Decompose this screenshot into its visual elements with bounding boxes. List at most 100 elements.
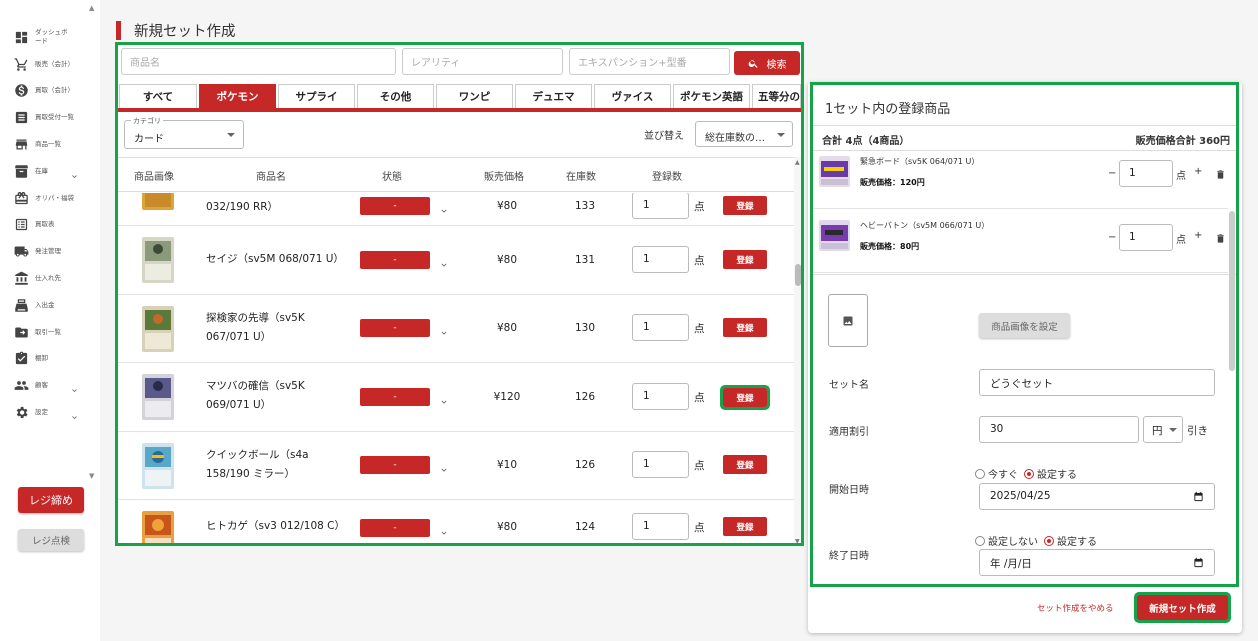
decrement-button[interactable]: −: [1108, 168, 1116, 179]
stock-count: 126: [574, 391, 596, 403]
cancel-set-link[interactable]: セット作成をやめる: [1037, 602, 1114, 614]
end-date-input[interactable]: 年 /月/日: [979, 549, 1215, 576]
sidebar-item-purchase-table[interactable]: 買取表: [14, 212, 94, 239]
item-qty-input[interactable]: 1: [1119, 224, 1173, 251]
sidebar-item-purchase-reception[interactable]: 買取受付一覧: [14, 104, 94, 131]
sale-price: ¥10: [496, 459, 518, 471]
image-icon: [843, 316, 853, 325]
calendar-icon[interactable]: [1193, 491, 1204, 502]
sidebar-item-orders[interactable]: 発注管理: [14, 238, 94, 265]
register-qty-input[interactable]: 1: [632, 193, 689, 219]
tab-gotoubun[interactable]: 五等分の: [752, 84, 801, 108]
unit-label: 点: [694, 255, 705, 267]
register-check-button[interactable]: レジ点検: [18, 529, 84, 551]
register-qty-input[interactable]: 1: [632, 513, 689, 540]
item-qty-input[interactable]: 1: [1119, 160, 1173, 187]
calendar-icon[interactable]: [1193, 557, 1204, 568]
chevron-down-icon[interactable]: [439, 523, 449, 535]
trash-icon[interactable]: [1215, 166, 1226, 179]
register-button[interactable]: 登録: [720, 385, 770, 410]
table-scrollbar[interactable]: ▲ ▼: [794, 157, 801, 543]
category-select[interactable]: カテゴリ カード: [124, 116, 244, 149]
sidebar-item-customers[interactable]: 顧客: [14, 372, 94, 399]
register-qty-input[interactable]: 1: [632, 451, 689, 478]
close-register-button[interactable]: レジ締め: [18, 487, 84, 513]
register-button[interactable]: 登録: [723, 455, 767, 474]
sidebar-item-transactions[interactable]: 取引一覧: [14, 319, 94, 346]
condition-select[interactable]: -: [360, 251, 430, 269]
increment-button[interactable]: +: [1194, 166, 1202, 177]
sidebar-item-dashboard[interactable]: ダッシュボード: [14, 24, 94, 51]
set-image-button[interactable]: 商品画像を設定: [979, 313, 1070, 338]
chevron-down-icon[interactable]: [439, 323, 449, 335]
chevron-down-icon[interactable]: [70, 166, 79, 178]
scroll-down-icon[interactable]: ▼: [89, 472, 94, 480]
start-now-radio[interactable]: [975, 468, 985, 479]
tab-pokemon[interactable]: ポケモン: [199, 84, 276, 108]
scroll-down-icon[interactable]: ▼: [795, 538, 800, 543]
register-qty-input[interactable]: 1: [632, 383, 689, 410]
rarity-input[interactable]: レアリティ: [402, 48, 563, 75]
sidebar-item-oripa[interactable]: オリパ・福袋: [14, 185, 94, 212]
tab-weiss[interactable]: ヴァイス: [594, 84, 671, 108]
sidebar-item-suppliers[interactable]: 仕入れ先: [14, 265, 94, 292]
gift-icon: [15, 191, 28, 204]
register-button[interactable]: 登録: [723, 196, 767, 215]
sidebar-item-products[interactable]: 商品一覧: [14, 131, 94, 158]
discount-unit-select[interactable]: 円: [1143, 416, 1183, 443]
tab-other[interactable]: その他: [357, 84, 434, 108]
tab-supply[interactable]: サプライ: [278, 84, 355, 108]
expansion-input[interactable]: エキスパンション+型番: [569, 48, 730, 75]
set-panel-scrollbar[interactable]: [1229, 151, 1235, 587]
chevron-down-icon[interactable]: [70, 407, 79, 420]
set-name-input[interactable]: どうぐセット: [979, 369, 1215, 396]
condition-select[interactable]: -: [360, 456, 430, 474]
tab-onepiece[interactable]: ワンピ: [436, 84, 513, 108]
start-set-radio[interactable]: [1024, 468, 1034, 479]
sort-label: 並び替え: [644, 131, 684, 142]
register-button[interactable]: 登録: [723, 250, 767, 269]
sidebar-item-sales[interactable]: 販売（会計）: [14, 51, 94, 78]
sidebar-item-label: 商品一覧: [35, 140, 61, 149]
register-button[interactable]: 登録: [723, 318, 767, 337]
condition-select[interactable]: -: [360, 388, 430, 406]
search-button[interactable]: 検索: [734, 51, 800, 75]
condition-select[interactable]: -: [360, 197, 430, 215]
tab-all[interactable]: すべて: [119, 84, 197, 108]
end-none-radio[interactable]: [975, 535, 985, 546]
trash-icon[interactable]: [1215, 230, 1226, 243]
end-set-radio[interactable]: [1044, 535, 1054, 546]
sidebar-item-cash[interactable]: 入出金: [14, 292, 94, 319]
discount-input[interactable]: 30: [979, 416, 1139, 443]
register-qty-input[interactable]: 1: [632, 246, 689, 273]
product-name-input[interactable]: 商品名: [121, 48, 396, 75]
search-row: 商品名 レアリティ エキスパンション+型番 検索: [118, 48, 801, 76]
tab-pokemon-english[interactable]: ポケモン英語: [673, 84, 750, 108]
scroll-up-icon[interactable]: ▲: [795, 159, 800, 166]
register-button[interactable]: 登録: [723, 517, 767, 536]
decrement-button[interactable]: −: [1108, 232, 1116, 243]
scrollbar-thumb[interactable]: [795, 264, 801, 286]
scroll-up-icon[interactable]: ▲: [89, 4, 94, 12]
chevron-down-icon[interactable]: [439, 392, 449, 404]
chevron-down-icon[interactable]: [439, 201, 449, 213]
sort-select[interactable]: 総在庫数の…: [695, 121, 793, 147]
condition-select[interactable]: -: [360, 319, 430, 337]
chevron-down-icon[interactable]: [439, 255, 449, 267]
sidebar-item-stocktake[interactable]: 棚卸: [14, 346, 94, 373]
condition-select[interactable]: -: [360, 519, 430, 537]
sidebar-item-settings[interactable]: 設定: [14, 399, 94, 426]
register-qty-input[interactable]: 1: [632, 314, 689, 341]
increment-button[interactable]: +: [1194, 230, 1202, 241]
col-stock: 在庫数: [566, 172, 596, 183]
tab-duelmasters[interactable]: デュエマ: [515, 84, 592, 108]
chevron-down-icon[interactable]: [439, 460, 449, 472]
start-date-label: 開始日時: [829, 485, 869, 496]
sidebar-item-purchase[interactable]: 買取（会計）: [14, 78, 94, 105]
scrollbar-thumb[interactable]: [1229, 211, 1235, 371]
create-set-button[interactable]: 新規セット作成: [1134, 592, 1231, 623]
folder-icon: [15, 327, 28, 338]
start-date-input[interactable]: 2025/04/25: [979, 483, 1215, 510]
sidebar-item-inventory[interactable]: 在庫: [14, 158, 94, 185]
chevron-down-icon[interactable]: [70, 380, 79, 393]
